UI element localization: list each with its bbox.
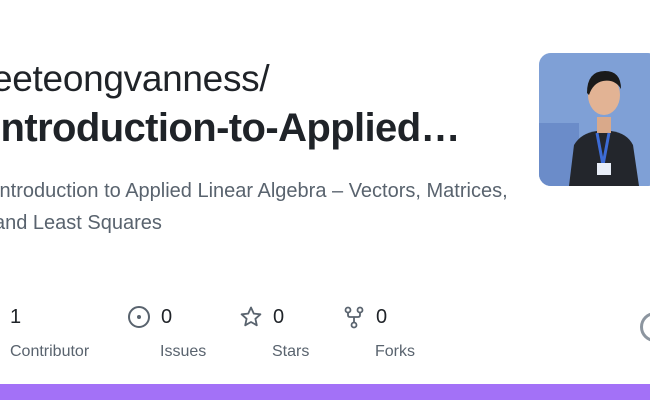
stat-forks[interactable]: 0 Forks (342, 305, 415, 361)
contributors-count: 1 (10, 305, 22, 328)
issues-count: 0 (161, 305, 173, 328)
issues-label: Issues (160, 343, 207, 360)
repo-name[interactable]: Introduction-to-Applied… (0, 106, 461, 151)
fork-icon (342, 305, 366, 329)
stars-label: Stars (272, 343, 310, 360)
repo-owner[interactable]: eeteongvanness/ (0, 58, 270, 100)
star-icon (239, 305, 263, 329)
issue-icon (127, 305, 151, 329)
stat-issues[interactable]: 0 Issues (127, 305, 206, 361)
stars-count: 0 (273, 305, 285, 328)
forks-count: 0 (376, 305, 388, 328)
language-bar (0, 384, 650, 400)
owner-avatar (539, 53, 650, 186)
contributors-label: Contributor (10, 343, 90, 360)
forks-label: Forks (375, 343, 415, 360)
repo-description: Introduction to Applied Linear Algebra –… (0, 180, 508, 234)
github-logo-icon (640, 312, 650, 342)
stat-contributors[interactable]: 1 Contributor (10, 305, 89, 361)
stat-stars[interactable]: 0 Stars (239, 305, 309, 361)
